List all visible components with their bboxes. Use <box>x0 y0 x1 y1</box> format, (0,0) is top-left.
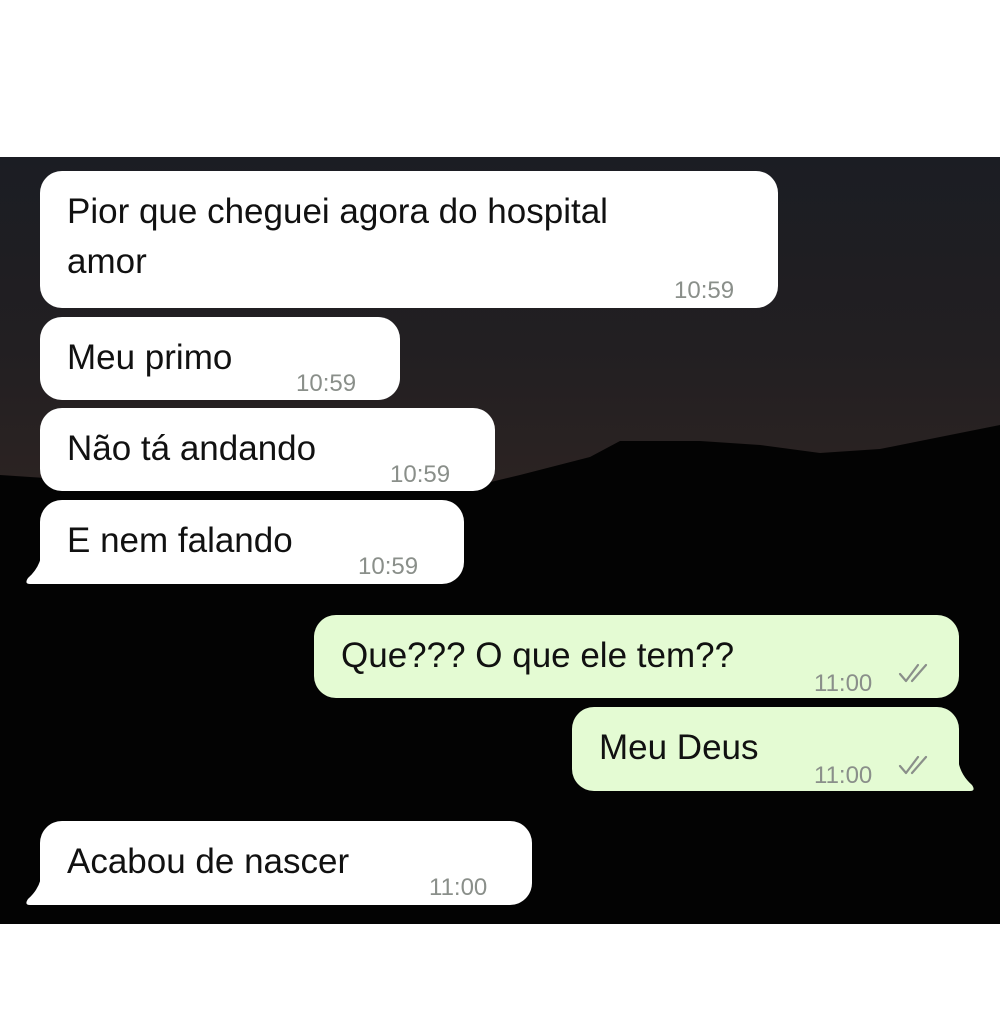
message-bubble-outgoing[interactable]: Que??? O que ele tem?? 11:00 <box>314 615 959 698</box>
message-text: Meu primo <box>67 338 233 377</box>
message-text: Que??? O que ele tem?? <box>341 636 735 675</box>
message-text: Pior que cheguei agora do hospital amor <box>67 192 608 281</box>
message-bubble-incoming[interactable]: Meu primo 10:59 <box>40 317 400 400</box>
message-bubble-incoming[interactable]: Pior que cheguei agora do hospital amor … <box>40 171 778 308</box>
message-timestamp: 11:00 <box>814 762 873 789</box>
message-bubble-incoming[interactable]: Não tá andando 10:59 <box>40 408 495 491</box>
message-text: E nem falando <box>67 521 293 560</box>
message-text: Meu Deus <box>599 728 759 767</box>
message-timestamp: 11:00 <box>429 874 488 901</box>
message-bubble-incoming[interactable]: E nem falando 10:59 <box>40 500 464 584</box>
double-check-icon <box>898 755 928 775</box>
message-bubble-outgoing[interactable]: Meu Deus 11:00 <box>572 707 959 791</box>
message-timestamp: 10:59 <box>296 370 357 397</box>
chat-area[interactable]: Pior que cheguei agora do hospital amor … <box>0 157 1000 924</box>
message-bubble-incoming[interactable]: Acabou de nascer 11:00 <box>40 821 532 905</box>
message-timestamp: 10:59 <box>674 277 735 304</box>
message-text: Acabou de nascer <box>67 842 350 881</box>
message-timestamp: 11:00 <box>814 670 873 697</box>
double-check-icon <box>898 663 928 683</box>
message-timestamp: 10:59 <box>390 461 451 488</box>
message-text: Não tá andando <box>67 429 317 468</box>
message-timestamp: 10:59 <box>358 553 419 580</box>
